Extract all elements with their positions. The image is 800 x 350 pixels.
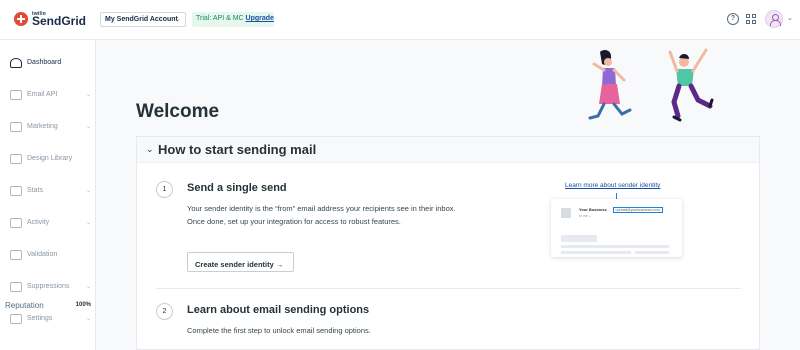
dashboard-icon — [10, 58, 22, 68]
preview-business-name: Your Business — [579, 207, 607, 212]
placeholder-bar — [561, 235, 597, 242]
divider — [156, 288, 741, 289]
sidebar-item-email-api[interactable]: Email API ⌄ — [0, 82, 96, 108]
upgrade-link[interactable]: Upgrade — [246, 15, 274, 22]
marketing-icon — [10, 122, 22, 132]
user-avatar-icon[interactable] — [765, 10, 783, 28]
top-bar: twilio SendGrid My SendGrid Account ⌄ Tr… — [0, 0, 800, 40]
sidebar-item-label: Activity — [27, 219, 50, 226]
placeholder-bar — [561, 251, 631, 254]
email-api-icon — [10, 90, 22, 100]
stats-icon — [10, 186, 22, 196]
sidebar-item-label: Suppressions — [27, 283, 70, 290]
trial-text: Trial: API & MC — [196, 15, 244, 22]
step-description: Complete the first step to unlock email … — [187, 326, 371, 335]
placeholder-bar — [635, 251, 669, 254]
getting-started-card: ⌄ How to start sending mail 1 Send a sin… — [136, 136, 760, 350]
step-title: Send a single send — [187, 182, 287, 194]
create-sender-identity-button[interactable]: Create sender identity → — [187, 252, 294, 272]
sidebar-item-label: Stats — [27, 187, 43, 194]
celebrating-people-illustration — [588, 48, 714, 122]
chevron-down-icon: ⌄ — [86, 284, 92, 290]
sidebar-item-label: Email API — [27, 91, 58, 98]
account-select-label: My SendGrid Account — [105, 16, 178, 23]
reputation-label: Reputation — [5, 301, 44, 310]
sidebar-item-label: Design Library — [27, 155, 73, 162]
chevron-down-icon: ⌄ — [86, 220, 92, 226]
chevron-down-icon[interactable]: ⌄ — [787, 14, 793, 22]
validation-icon — [10, 250, 22, 260]
card-header[interactable]: ⌄ How to start sending mail — [137, 137, 759, 163]
step-number: 2 — [156, 303, 173, 320]
apps-grid-icon[interactable] — [746, 14, 757, 25]
chevron-down-icon: ⌄ — [86, 124, 92, 130]
card-title: How to start sending mail — [158, 142, 317, 157]
step-description: Your sender identity is the “from” email… — [187, 204, 456, 226]
sidebar-item-marketing[interactable]: Marketing ⌄ — [0, 114, 96, 140]
preview-to: to me ⌄ — [579, 214, 592, 218]
logo-text: SendGrid — [32, 14, 87, 28]
sidebar-item-label: Settings — [27, 315, 53, 322]
page-title: Welcome — [136, 101, 220, 122]
reputation-value: 100% — [75, 302, 91, 308]
sidebar-item-label: Dashboard — [27, 59, 62, 66]
trial-badge: Trial: API & MC Upgrade — [192, 12, 274, 27]
reputation-meter: Reputation 100% — [5, 301, 91, 310]
logo-mark-icon — [14, 12, 28, 26]
sidebar-item-activity[interactable]: Activity ⌄ — [0, 210, 96, 236]
sendgrid-logo[interactable]: twilio SendGrid — [14, 11, 104, 31]
suppressions-icon — [10, 282, 22, 292]
chevron-down-icon[interactable]: ⌄ — [146, 144, 154, 155]
sender-avatar-icon — [561, 208, 571, 218]
learn-sender-identity-link[interactable]: Learn more about sender identity — [565, 182, 660, 189]
account-select[interactable]: My SendGrid Account ⌄ — [100, 12, 186, 27]
preview-email: <yemail@yourbusiness.com> — [613, 207, 663, 213]
sidebar-item-design-library[interactable]: Design Library — [0, 146, 96, 172]
sidebar-item-label: Marketing — [27, 123, 58, 130]
placeholder-bar — [561, 245, 669, 248]
sidebar-item-suppressions[interactable]: Suppressions ⌄ — [0, 274, 96, 300]
chevron-down-icon: ⌄ — [86, 316, 92, 322]
sidebar-item-stats[interactable]: Stats ⌄ — [0, 178, 96, 204]
step-number: 1 — [156, 181, 173, 198]
activity-icon — [10, 218, 22, 228]
sidebar-item-dashboard[interactable]: Dashboard — [0, 50, 96, 76]
help-icon[interactable]: ? — [727, 13, 739, 25]
step-title: Learn about email sending options — [187, 304, 370, 316]
sidebar-item-label: Validation — [27, 251, 58, 258]
sidebar-item-validation[interactable]: Validation — [0, 242, 96, 268]
settings-icon — [10, 314, 22, 324]
chevron-down-icon: ⌄ — [86, 92, 92, 98]
email-preview-card: Your Business <yemail@yourbusiness.com> … — [551, 199, 682, 257]
chevron-down-icon: ⌄ — [174, 17, 180, 23]
design-library-icon — [10, 154, 22, 164]
chevron-down-icon: ⌄ — [86, 188, 92, 194]
